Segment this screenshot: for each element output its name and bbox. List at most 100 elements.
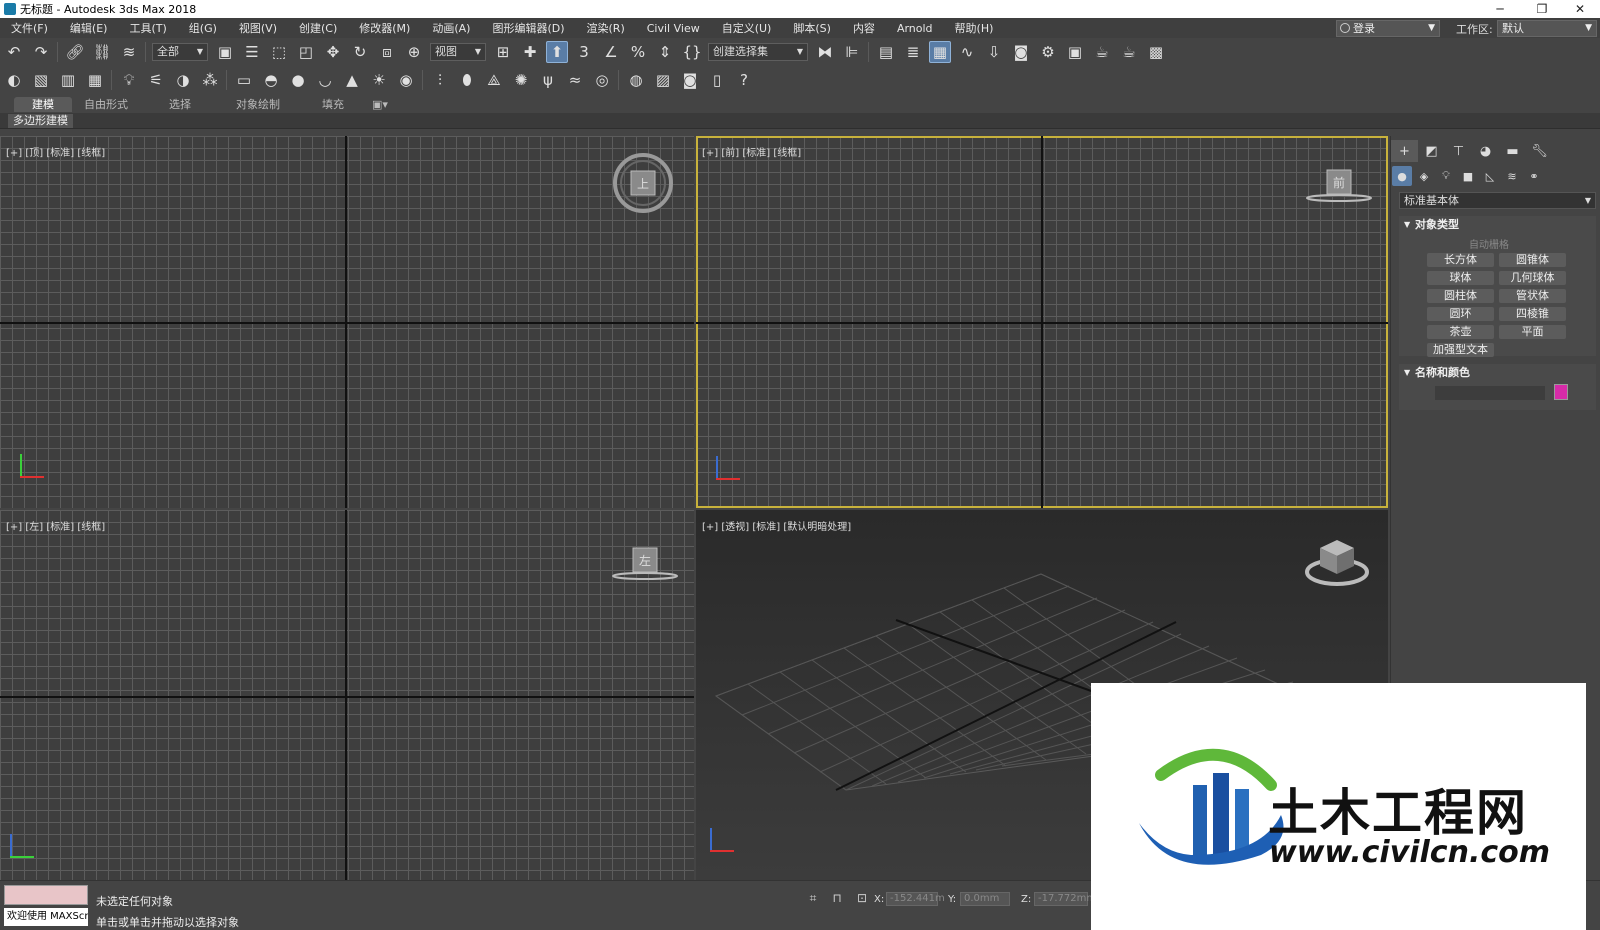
- isolate-icon[interactable]: ⌗: [806, 891, 820, 905]
- schematic-view-icon[interactable]: ⇩: [983, 41, 1005, 63]
- menu-create[interactable]: 创建(C): [288, 20, 348, 36]
- render-production-icon[interactable]: ☕: [1091, 41, 1113, 63]
- viewport-icon[interactable]: ◐: [3, 69, 25, 91]
- menu-tools[interactable]: 工具(T): [118, 20, 177, 36]
- named-selection-dropdown[interactable]: 创建选择集 ▼: [708, 43, 808, 61]
- help-icon[interactable]: ?: [733, 69, 755, 91]
- select-manipulate-icon[interactable]: ✚: [519, 41, 541, 63]
- z-coord-field[interactable]: -17.772mm: [1034, 892, 1096, 906]
- viewcube-left[interactable]: 左: [610, 544, 680, 584]
- hierarchy-tab-icon[interactable]: ⊤: [1445, 140, 1472, 162]
- rendered-frame-icon[interactable]: ▣: [1064, 41, 1086, 63]
- menu-group[interactable]: 组(G): [178, 20, 228, 36]
- menu-animation[interactable]: 动画(A): [421, 20, 481, 36]
- minimize-button[interactable]: ─: [1480, 0, 1520, 18]
- move-icon[interactable]: ✥: [322, 41, 344, 63]
- absolute-mode-icon[interactable]: ⊡: [855, 891, 869, 905]
- undo-icon[interactable]: ↶: [3, 41, 25, 63]
- workspace-dropdown[interactable]: 默认 ▼: [1497, 20, 1597, 37]
- place-icon[interactable]: ⊕: [403, 41, 425, 63]
- teapot-button[interactable]: 茶壶: [1427, 325, 1494, 339]
- cylinder-button[interactable]: 圆柱体: [1427, 289, 1494, 303]
- geosphere-button[interactable]: 几何球体: [1499, 271, 1566, 285]
- render-iterative-icon[interactable]: ☕: [1118, 41, 1140, 63]
- x-coord-field[interactable]: -152.441m: [886, 892, 945, 906]
- material-editor-icon[interactable]: ◙: [1010, 41, 1032, 63]
- ref-coord-dropdown[interactable]: 视图 ▼: [430, 43, 486, 61]
- selection-filter-dropdown[interactable]: 全部 ▼: [152, 43, 208, 61]
- menu-rendering[interactable]: 渲染(R): [576, 20, 636, 36]
- viewcube-top[interactable]: 上: [610, 150, 676, 216]
- arnold-light-icon[interactable]: ⟁: [483, 69, 505, 91]
- render-setup-icon[interactable]: ⚙: [1037, 41, 1059, 63]
- display-tab-icon[interactable]: ▬: [1499, 140, 1526, 162]
- device-icon[interactable]: ▯: [706, 69, 728, 91]
- bind-space-warp-icon[interactable]: ≋: [118, 41, 140, 63]
- cone-icon[interactable]: ▲: [341, 69, 363, 91]
- torus-button[interactable]: 圆环: [1427, 307, 1494, 321]
- pyramid-button[interactable]: 四棱锥: [1499, 307, 1566, 321]
- create-tab-icon[interactable]: +: [1391, 140, 1418, 162]
- tube-button[interactable]: 管状体: [1499, 289, 1566, 303]
- motion-tab-icon[interactable]: ◕: [1472, 140, 1499, 162]
- link-icon[interactable]: 🔗︎: [64, 41, 86, 63]
- utilities-tab-icon[interactable]: 🔧︎: [1526, 140, 1553, 162]
- viewport-left[interactable]: [+] [左] [标准] [线框] 左: [0, 510, 694, 880]
- y-coord-field[interactable]: 0.0mm: [960, 892, 1010, 906]
- menu-arnold[interactable]: Arnold: [886, 22, 944, 35]
- viewport-label-perspective[interactable]: [+] [透视] [标准] [默认明暗处理]: [702, 518, 851, 533]
- menu-scripting[interactable]: 脚本(S): [782, 20, 842, 36]
- hair-icon[interactable]: ⫶: [429, 69, 451, 91]
- menu-customize[interactable]: 自定义(U): [711, 20, 783, 36]
- viewport-label-front[interactable]: [+] [前] [标准] [线框]: [702, 144, 801, 159]
- text-plus-button[interactable]: 加强型文本: [1427, 343, 1494, 357]
- space-warps-icon[interactable]: ≋: [1502, 166, 1522, 186]
- box-primitive-icon[interactable]: ▭: [233, 69, 255, 91]
- viewcube-perspective[interactable]: [1304, 532, 1370, 590]
- render-view-icon[interactable]: ◙: [679, 69, 701, 91]
- sphere-icon[interactable]: ●: [287, 69, 309, 91]
- hair-fur-icon[interactable]: ≈: [564, 69, 586, 91]
- box-button[interactable]: 长方体: [1427, 253, 1494, 267]
- ribbon-options-icon[interactable]: ▣▾: [368, 97, 392, 112]
- spinner-snap-icon[interactable]: ⇕: [654, 41, 676, 63]
- menu-content[interactable]: 内容: [842, 20, 886, 36]
- render-grid-icon[interactable]: ▩: [1145, 41, 1167, 63]
- menu-edit[interactable]: 编辑(E): [59, 20, 119, 36]
- render-frame-icon[interactable]: ▧: [30, 69, 52, 91]
- menu-civil-view[interactable]: Civil View: [636, 22, 711, 35]
- table-icon[interactable]: ▦: [84, 69, 106, 91]
- viewport-front[interactable]: [+] [前] [标准] [线框] 前: [696, 136, 1388, 508]
- plane-button[interactable]: 平面: [1499, 325, 1566, 339]
- layer-explorer-icon[interactable]: ≣: [902, 41, 924, 63]
- polygon-modeling-label[interactable]: 多边形建模: [8, 114, 73, 128]
- tab-populate[interactable]: 填充: [316, 97, 350, 112]
- rect-selection-icon[interactable]: ⬚: [268, 41, 290, 63]
- ribbon-toggle-icon[interactable]: ▦: [929, 41, 951, 63]
- viewport-top[interactable]: [+] [顶] [标准] [线框] 上: [0, 136, 694, 508]
- redo-icon[interactable]: ↷: [30, 41, 52, 63]
- select-by-name-icon[interactable]: ☰: [241, 41, 263, 63]
- modify-tab-icon[interactable]: ◩: [1418, 140, 1445, 162]
- layer-icon[interactable]: ▥: [57, 69, 79, 91]
- object-color-swatch[interactable]: [1554, 384, 1568, 400]
- shell-icon[interactable]: ◎: [591, 69, 613, 91]
- cone-button[interactable]: 圆锥体: [1499, 253, 1566, 267]
- unlink-icon[interactable]: ⛓︎: [91, 41, 113, 63]
- window-crossing-icon[interactable]: ◰: [295, 41, 317, 63]
- sky-icon[interactable]: ◉: [395, 69, 417, 91]
- curve-editor-icon[interactable]: ∿: [956, 41, 978, 63]
- maxscript-listener[interactable]: [4, 885, 88, 905]
- sun-icon[interactable]: ☀: [368, 69, 390, 91]
- scene-explorer-icon[interactable]: ▤: [875, 41, 897, 63]
- hierarchy-icon[interactable]: ⚟: [145, 69, 167, 91]
- mirror-icon[interactable]: ⧓: [814, 41, 836, 63]
- name-color-header[interactable]: ▼ 名称和颜色: [1399, 364, 1596, 382]
- sound-icon[interactable]: ◑: [172, 69, 194, 91]
- close-button[interactable]: ✕: [1560, 0, 1600, 18]
- grass-icon[interactable]: ψ: [537, 69, 559, 91]
- lights-icon[interactable]: 💡︎: [1436, 166, 1456, 186]
- menu-help[interactable]: 帮助(H): [944, 20, 1005, 36]
- lock-icon[interactable]: ⊓: [830, 891, 844, 905]
- maxscript-welcome[interactable]: 欢迎使用 MAXScript: [4, 908, 88, 926]
